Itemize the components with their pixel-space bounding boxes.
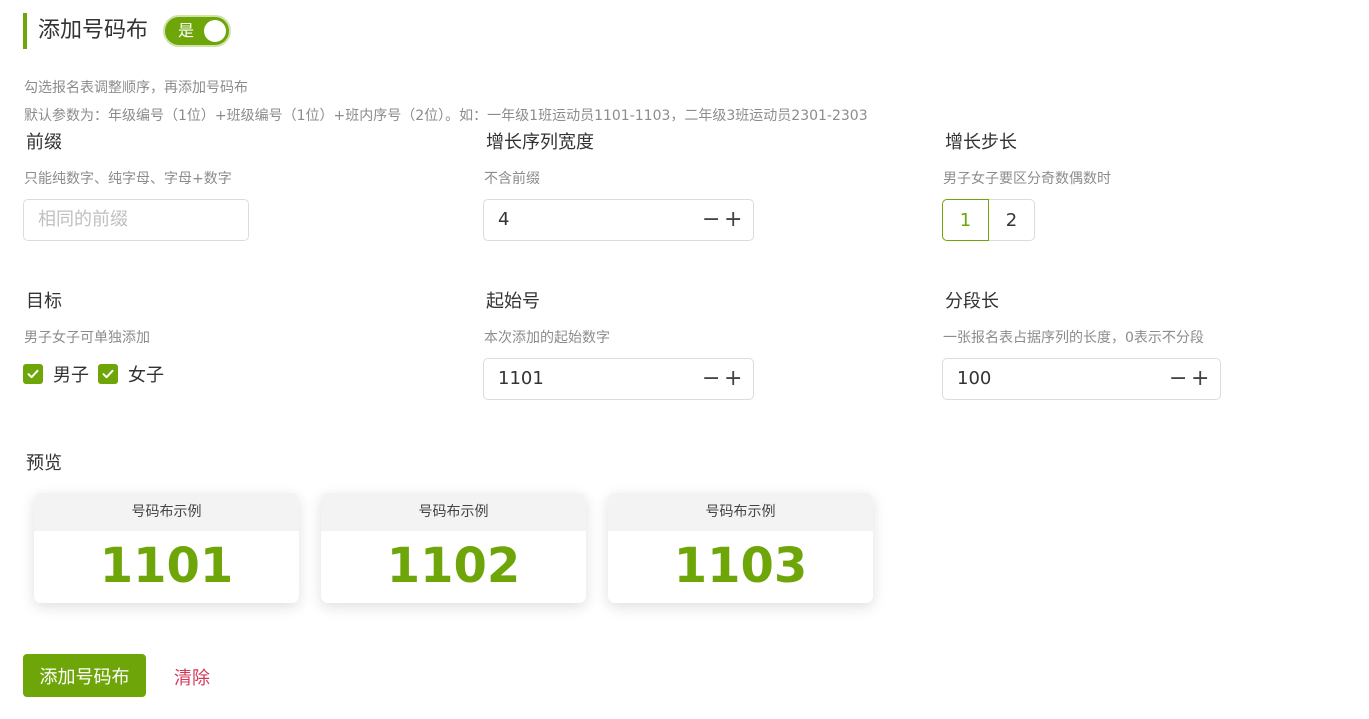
checkbox-male[interactable]: 男子	[23, 361, 89, 387]
target-field: 目标 男子女子可单独添加	[24, 290, 444, 347]
segment-label: 分段长	[945, 291, 999, 312]
step-label: 增长步长	[945, 132, 1017, 153]
start-field: 起始号 本次添加的起始数字	[484, 290, 904, 347]
start-plus-button[interactable]: +	[724, 359, 742, 399]
width-plus-button[interactable]: +	[724, 200, 742, 240]
segment-desc: 一张报名表占据序列的长度，0表示不分段	[943, 330, 1204, 346]
hint-default-params: 默认参数为：年级编号（1位）+班级编号（1位）+班内序号（2位）。如：一年级1班…	[24, 108, 868, 124]
width-minus-button[interactable]: −	[702, 200, 720, 240]
toggle-knob	[204, 20, 227, 42]
page-title: 添加号码布	[38, 18, 149, 43]
prefix-field: 前缀 只能纯数字、纯字母、字母+数字	[24, 131, 444, 188]
checkbox-female-label: 女子	[128, 365, 164, 386]
checkbox-female[interactable]: 女子	[98, 361, 164, 387]
segment-stepper[interactable]: 100 − +	[942, 358, 1221, 400]
segment-field: 分段长 一张报名表占据序列的长度，0表示不分段	[943, 290, 1363, 347]
segment-plus-button[interactable]: +	[1191, 359, 1209, 399]
start-label: 起始号	[486, 291, 540, 312]
width-stepper[interactable]: 4 − +	[483, 199, 754, 241]
step-field: 增长步长 男子女子要区分奇数偶数时	[943, 131, 1363, 188]
accent-bar	[23, 13, 27, 49]
bib-card-number: 1102	[386, 538, 521, 594]
enable-toggle[interactable]: 是	[163, 15, 232, 47]
bib-card-number: 1103	[673, 538, 808, 594]
hint-reorder: 勾选报名表调整顺序，再添加号码布	[24, 80, 248, 96]
section-header: 添加号码布 是	[23, 13, 232, 49]
target-checkboxes: 男子 女子	[23, 361, 173, 387]
prefix-input[interactable]: 相同的前缀	[23, 199, 249, 241]
bib-card-header: 号码布示例	[608, 493, 873, 531]
add-bib-button[interactable]: 添加号码布	[23, 654, 146, 697]
bib-card: 号码布示例 1103	[608, 493, 873, 603]
start-desc: 本次添加的起始数字	[484, 330, 610, 346]
step-selector: 1 2	[942, 199, 1035, 241]
segment-value: 100	[957, 368, 992, 389]
clear-button[interactable]: 清除	[174, 664, 210, 690]
prefix-desc: 只能纯数字、纯字母、字母+数字	[24, 171, 232, 187]
target-label: 目标	[26, 291, 62, 312]
bib-card: 号码布示例 1102	[321, 493, 586, 603]
start-minus-button[interactable]: −	[702, 359, 720, 399]
start-stepper[interactable]: 1101 − +	[483, 358, 754, 400]
checkbox-male-label: 男子	[53, 365, 89, 386]
segment-minus-button[interactable]: −	[1169, 359, 1187, 399]
step-option-1[interactable]: 1	[942, 199, 989, 241]
width-value: 4	[498, 209, 510, 230]
step-desc: 男子女子要区分奇数偶数时	[943, 171, 1111, 187]
toggle-label: 是	[178, 21, 195, 40]
width-desc: 不含前缀	[484, 171, 540, 187]
width-field: 增长序列宽度 不含前缀	[484, 131, 904, 188]
check-icon	[98, 364, 118, 384]
target-desc: 男子女子可单独添加	[24, 330, 150, 346]
preview-cards: 号码布示例 1101 号码布示例 1102 号码布示例 1103	[34, 493, 895, 603]
step-option-2[interactable]: 2	[988, 199, 1035, 241]
start-value: 1101	[498, 368, 544, 389]
bib-card-number: 1101	[99, 538, 234, 594]
bib-card: 号码布示例 1101	[34, 493, 299, 603]
width-label: 增长序列宽度	[486, 132, 594, 153]
check-icon	[23, 364, 43, 384]
prefix-placeholder: 相同的前缀	[38, 209, 128, 230]
prefix-label: 前缀	[26, 132, 62, 153]
preview-label: 预览	[26, 453, 62, 474]
bib-card-header: 号码布示例	[34, 493, 299, 531]
bib-card-header: 号码布示例	[321, 493, 586, 531]
